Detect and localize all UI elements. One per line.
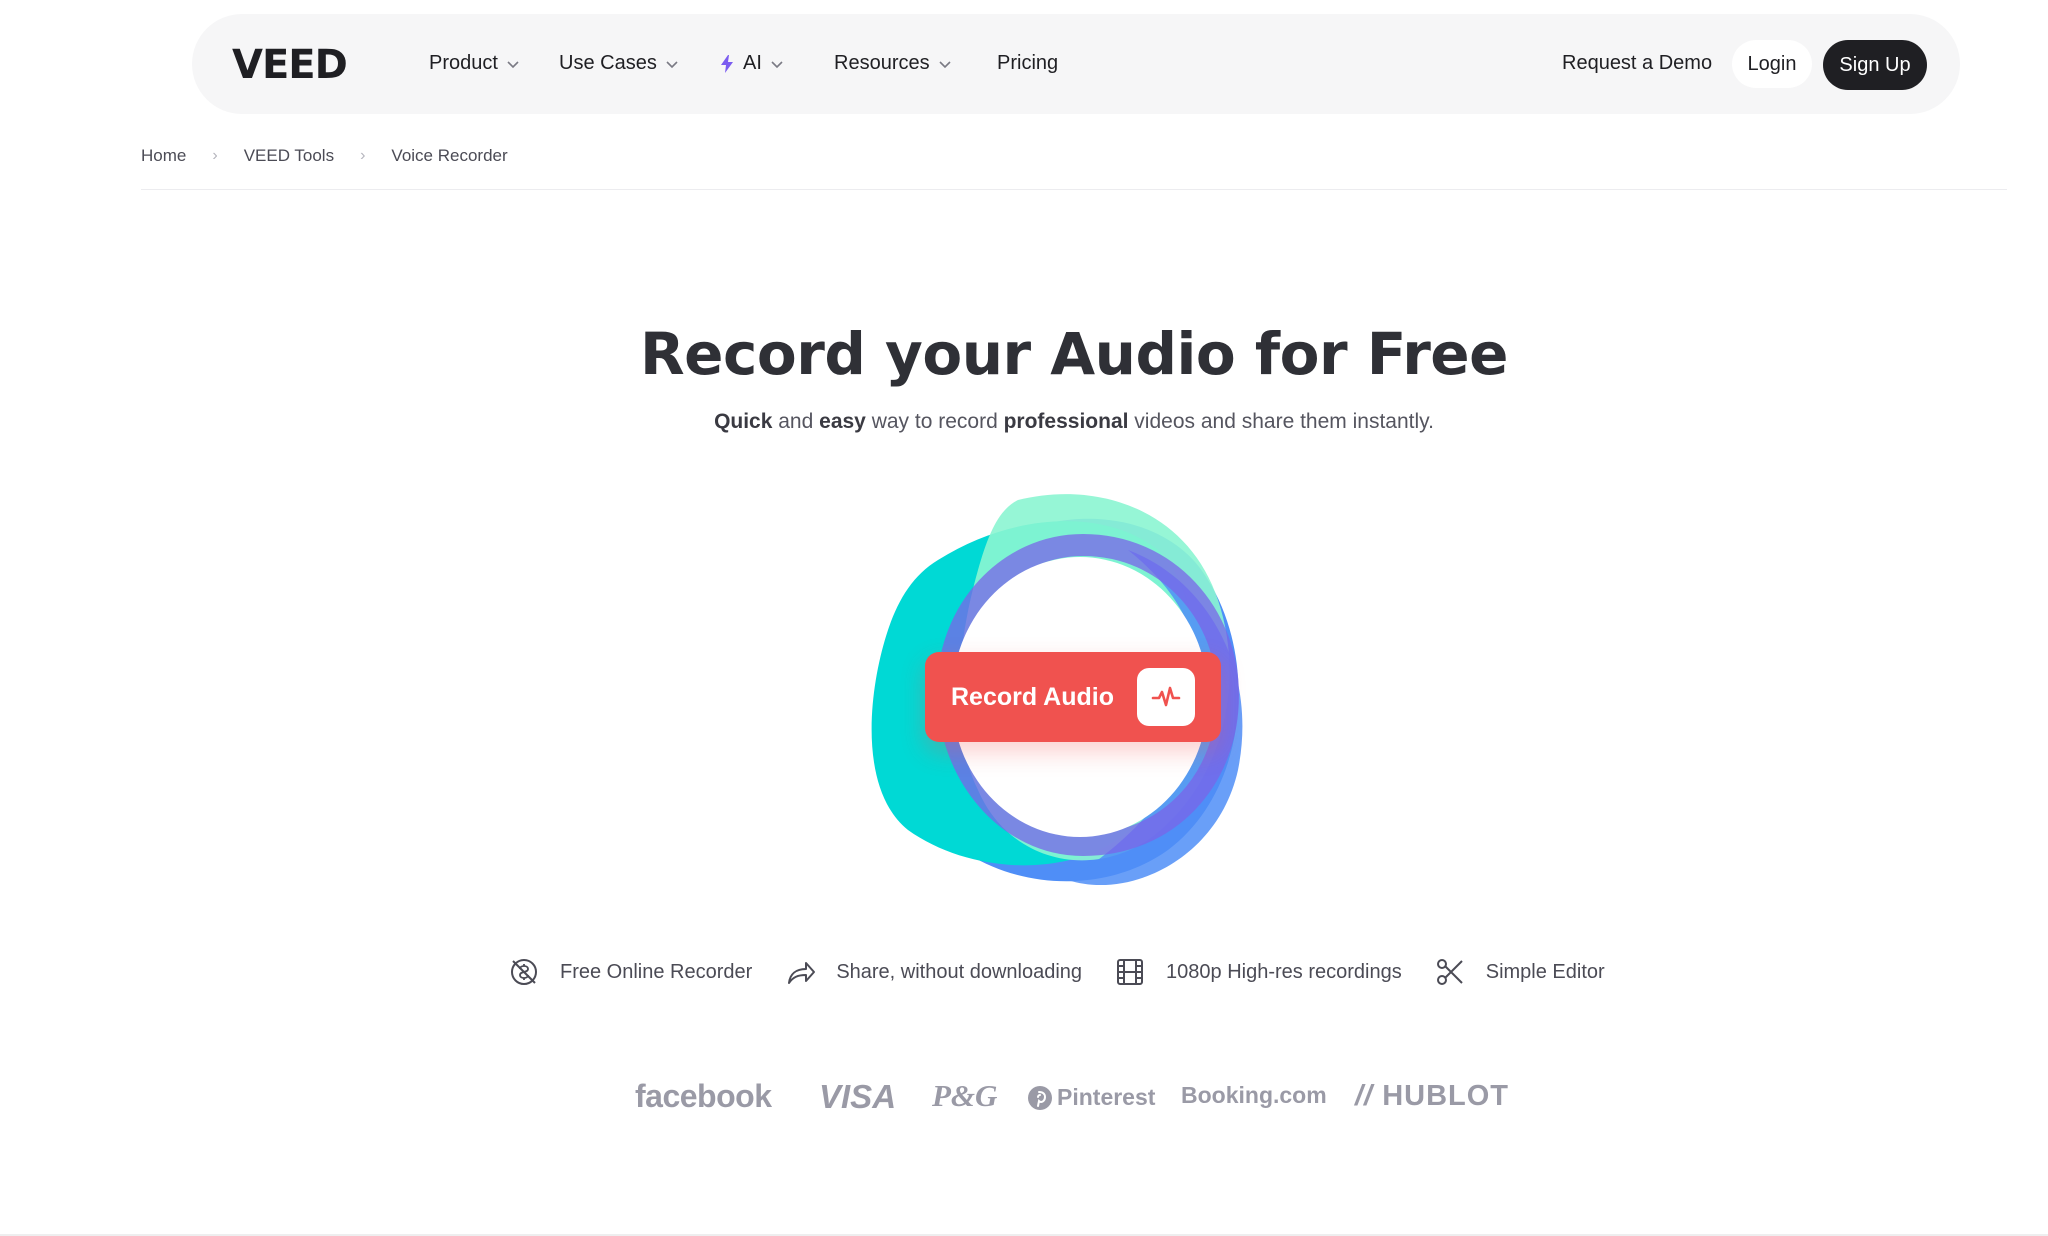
booking-logo: Booking.com [1181, 1082, 1327, 1108]
hublot-mark-icon: // [1355, 1080, 1374, 1112]
nav-item-pricing[interactable]: Pricing [997, 52, 1058, 75]
login-button[interactable]: Login [1732, 40, 1812, 88]
breadcrumb-veed-tools[interactable]: VEED Tools [244, 146, 334, 166]
record-audio-button[interactable]: Record Audio [925, 652, 1221, 742]
subtitle-text: and [772, 410, 820, 433]
pg-logo: P&G [932, 1078, 998, 1113]
hero-subtitle: Quick and easy way to record professiona… [0, 410, 2048, 434]
veed-logo[interactable]: VEED [232, 42, 348, 88]
chevron-down-icon [771, 60, 783, 68]
breadcrumb: Home › VEED Tools › Voice Recorder [141, 146, 508, 166]
subtitle-bold-quick: Quick [714, 410, 773, 433]
pinterest-logo: Pinterest [1027, 1084, 1155, 1111]
feature-label: Simple Editor [1485, 960, 1605, 983]
pinterest-icon [1028, 1085, 1052, 1110]
nav-item-label: Product [429, 52, 498, 74]
record-audio-label: Record Audio [951, 682, 1114, 711]
nav-item-label: Resources [834, 52, 930, 74]
nav-item-label: Use Cases [559, 52, 657, 74]
pinterest-wordmark: Pinterest [1057, 1084, 1156, 1110]
nav-item-label: Pricing [997, 52, 1059, 74]
sign-up-button[interactable]: Sign Up [1823, 40, 1927, 90]
share-arrow-icon [788, 962, 816, 984]
facebook-logo: facebook [635, 1078, 772, 1114]
visa-logo: VISA [819, 1078, 897, 1115]
subtitle-text: videos and share them instantly. [1128, 410, 1434, 433]
nav-item-resources[interactable]: Resources [834, 52, 952, 75]
request-demo-link[interactable]: Request a Demo [1562, 52, 1712, 75]
chevron-right-icon: › [360, 147, 366, 164]
nav-item-product[interactable]: Product [429, 52, 520, 75]
breadcrumb-home[interactable]: Home [141, 146, 186, 166]
chevron-down-icon [939, 60, 951, 68]
feature-item: 1080p High-res recordings [1114, 956, 1402, 988]
subtitle-bold-professional: professional [1003, 410, 1129, 433]
nav-item-use-cases[interactable]: Use Cases [559, 52, 679, 75]
no-money-icon [511, 959, 537, 985]
nav-item-label: AI [743, 52, 762, 74]
chevron-down-icon [507, 60, 519, 68]
bolt-icon [721, 54, 733, 73]
chevron-down-icon [666, 60, 678, 68]
feature-list: Free Online Recorder Share, without down… [508, 956, 1637, 988]
feature-item: Free Online Recorder [508, 956, 752, 988]
feature-item: Share, without downloading [784, 956, 1082, 988]
scissors-icon [1436, 959, 1463, 985]
nav-item-ai[interactable]: AI [719, 52, 784, 75]
hublot-logo: // HUBLOT [1355, 1080, 1509, 1113]
feature-item: Simple Editor [1434, 956, 1605, 988]
subtitle-text: way to record [865, 410, 1004, 433]
feature-label: Share, without downloading [836, 960, 1083, 983]
divider [141, 189, 2007, 190]
page-title: Record your Audio for Free [640, 320, 1508, 388]
feature-label: 1080p High-res recordings [1166, 960, 1402, 983]
hublot-wordmark: HUBLOT [1382, 1080, 1510, 1112]
subtitle-bold-easy: easy [819, 410, 866, 433]
top-navigation-bar: VEED Product Use Cases AI Resources Pric… [192, 14, 1960, 114]
feature-label: Free Online Recorder [560, 960, 753, 983]
film-icon [1117, 959, 1144, 985]
audio-wave-icon [1137, 668, 1195, 726]
breadcrumb-voice-recorder: Voice Recorder [391, 146, 508, 165]
chevron-right-icon: › [212, 147, 218, 164]
